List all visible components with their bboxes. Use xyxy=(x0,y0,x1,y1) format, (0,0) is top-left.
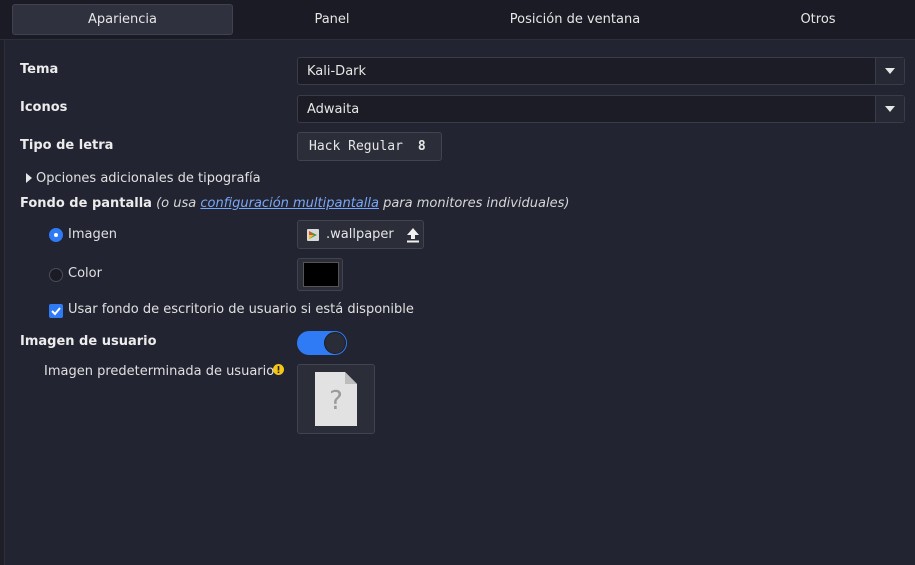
default-user-image-button[interactable]: ? xyxy=(297,364,375,434)
tab-otros[interactable]: Otros xyxy=(738,4,898,35)
chevron-down-icon[interactable] xyxy=(875,58,904,84)
tema-label: Tema xyxy=(20,62,59,77)
wallpaper-file-button[interactable]: .wallpaper xyxy=(297,220,424,249)
user-bg-checkbox[interactable] xyxy=(49,304,63,318)
tema-combo[interactable]: Kali-Dark xyxy=(297,57,905,85)
tab-bar: Apariencia Panel Posición de ventana Otr… xyxy=(0,0,915,40)
font-label: Tipo de letra xyxy=(20,138,114,153)
image-file-icon xyxy=(307,228,319,241)
font-size: 8 xyxy=(417,139,426,154)
warning-icon xyxy=(273,364,284,375)
placeholder-glyph: ? xyxy=(329,386,343,416)
user-image-toggle[interactable] xyxy=(297,331,347,355)
wallpaper-heading: Fondo de pantalla (o usa configuración m… xyxy=(20,196,569,211)
toggle-knob xyxy=(324,332,346,354)
expander-arrow-icon[interactable] xyxy=(26,173,32,183)
wallpaper-file-name: .wallpaper xyxy=(326,227,394,242)
color-picker-button[interactable] xyxy=(297,258,343,291)
user-bg-label[interactable]: Usar fondo de escritorio de usuario si e… xyxy=(68,302,414,317)
font-options-expander[interactable]: Opciones adicionales de tipografía xyxy=(36,171,261,186)
user-image-label: Imagen de usuario xyxy=(20,334,157,349)
tab-apariencia[interactable]: Apariencia xyxy=(12,4,233,35)
radio-imagen-label[interactable]: Imagen xyxy=(68,227,117,242)
tab-posicion-ventana[interactable]: Posición de ventana xyxy=(470,4,680,35)
iconos-combo[interactable]: Adwaita xyxy=(297,95,905,123)
settings-window: Apariencia Panel Posición de ventana Otr… xyxy=(0,0,915,565)
font-button[interactable]: Hack Regular 8 xyxy=(297,132,442,161)
multimonitor-link[interactable]: configuración multipantalla xyxy=(200,196,379,211)
tema-value: Kali-Dark xyxy=(307,63,367,79)
radio-color-label[interactable]: Color xyxy=(68,266,102,281)
font-family: Hack Regular xyxy=(309,139,403,154)
wallpaper-label: Fondo de pantalla xyxy=(20,196,152,211)
iconos-label: Iconos xyxy=(20,100,68,115)
upload-icon xyxy=(406,227,419,242)
iconos-value: Adwaita xyxy=(307,101,360,117)
radio-imagen[interactable] xyxy=(49,228,63,242)
chevron-down-icon[interactable] xyxy=(875,96,904,122)
wallpaper-note-prefix: (o usa xyxy=(156,196,197,211)
tab-panel[interactable]: Panel xyxy=(242,4,422,35)
color-swatch xyxy=(303,262,339,287)
checkmark-icon xyxy=(51,307,61,316)
default-user-image-label: Imagen predeterminada de usuario xyxy=(44,364,275,379)
wallpaper-note-suffix: para monitores individuales) xyxy=(383,196,570,211)
missing-image-icon: ? xyxy=(315,372,357,426)
radio-color[interactable] xyxy=(49,268,63,282)
